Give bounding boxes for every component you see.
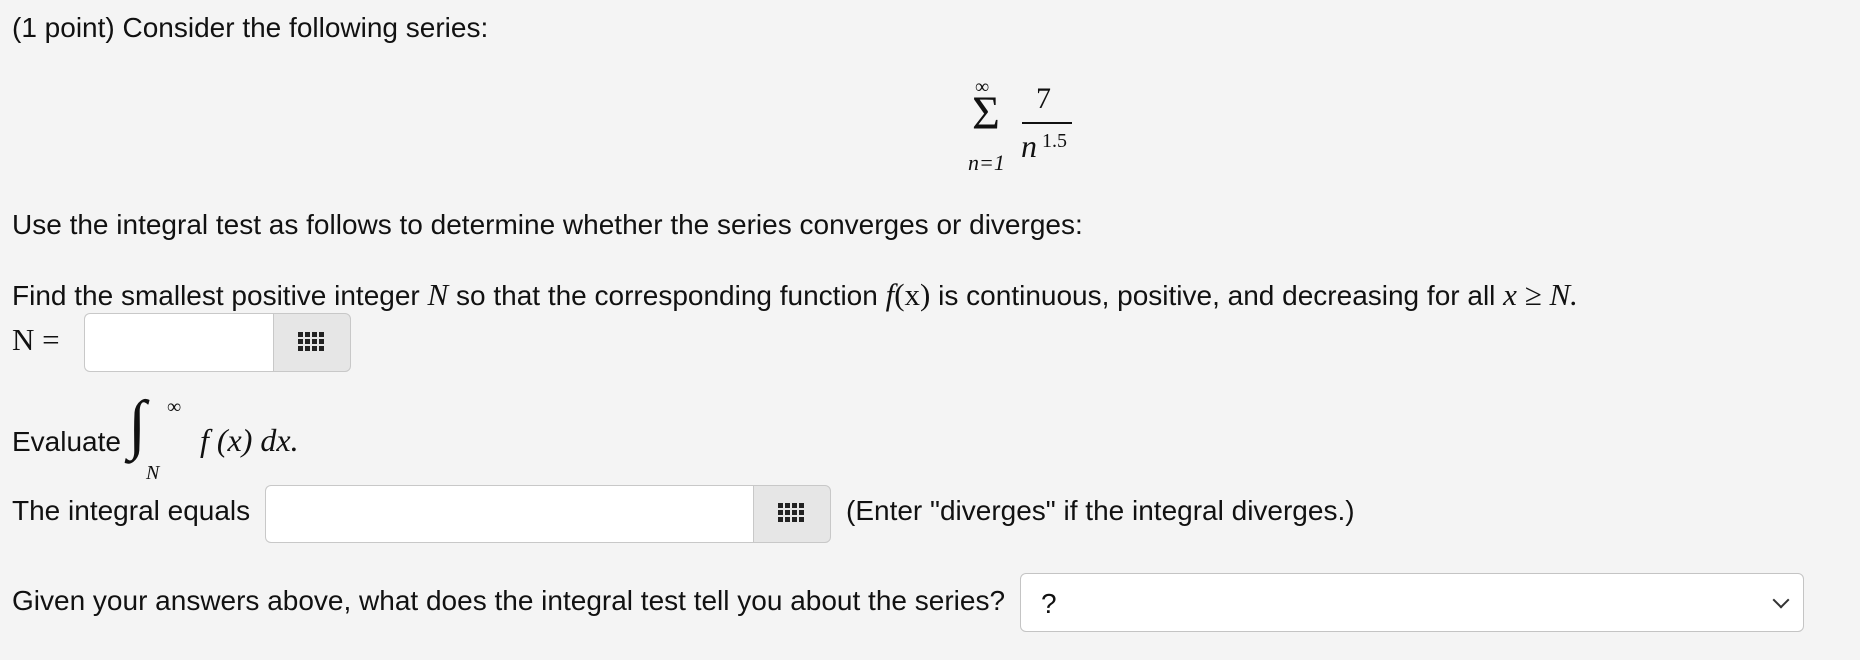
sigma-symbol: Σ bbox=[972, 87, 1000, 140]
fraction-denominator-base: n bbox=[1021, 128, 1037, 164]
integral-answer-label: The integral equals bbox=[12, 495, 251, 526]
integral-answer-input[interactable] bbox=[265, 485, 754, 543]
N-answer-label: N = bbox=[12, 322, 60, 357]
integral-lower-limit: N bbox=[146, 462, 160, 484]
integral-sign: ∫ bbox=[128, 388, 147, 461]
conclusion-question: Given your answers above, what does the … bbox=[12, 585, 1006, 616]
fraction-bar bbox=[1022, 122, 1072, 124]
part1-prompt: Find the smallest positive integer N so … bbox=[12, 277, 1578, 313]
conclusion-select[interactable]: ? bbox=[1020, 573, 1804, 632]
integrand: f (x) dx. bbox=[200, 422, 299, 458]
func-f: f bbox=[885, 277, 895, 312]
part1-prompt-end: is continuous, positive, and decreasing … bbox=[930, 280, 1504, 311]
chevron-down-icon bbox=[1772, 591, 1790, 609]
grid-palette-icon bbox=[298, 332, 324, 351]
condition-expression: x ≥ N. bbox=[1503, 277, 1578, 312]
evaluate-label: Evaluate bbox=[12, 426, 121, 457]
grid-palette-icon bbox=[778, 503, 804, 522]
integral-palette-button[interactable] bbox=[753, 485, 831, 543]
fraction-denominator-exponent: 1.5 bbox=[1042, 130, 1067, 152]
integral-hint: (Enter "diverges" if the integral diverg… bbox=[846, 495, 1355, 526]
part1-prompt-start: Find the smallest positive integer bbox=[12, 280, 428, 311]
fraction-numerator: 7 bbox=[1036, 82, 1051, 115]
sum-lower-limit: n=1 bbox=[968, 150, 1005, 175]
problem-header: (1 point) Consider the following series: bbox=[12, 12, 489, 43]
integral-upper-limit: ∞ bbox=[167, 396, 182, 418]
instruction-text: Use the integral test as follows to dete… bbox=[12, 209, 1083, 240]
part1-prompt-mid: so that the corresponding function bbox=[448, 280, 886, 311]
var-N: N bbox=[427, 277, 449, 312]
func-arg: (x) bbox=[894, 277, 931, 312]
conclusion-selected-value: ? bbox=[1041, 588, 1057, 619]
N-answer-input[interactable] bbox=[84, 313, 274, 372]
N-palette-button[interactable] bbox=[273, 313, 351, 372]
